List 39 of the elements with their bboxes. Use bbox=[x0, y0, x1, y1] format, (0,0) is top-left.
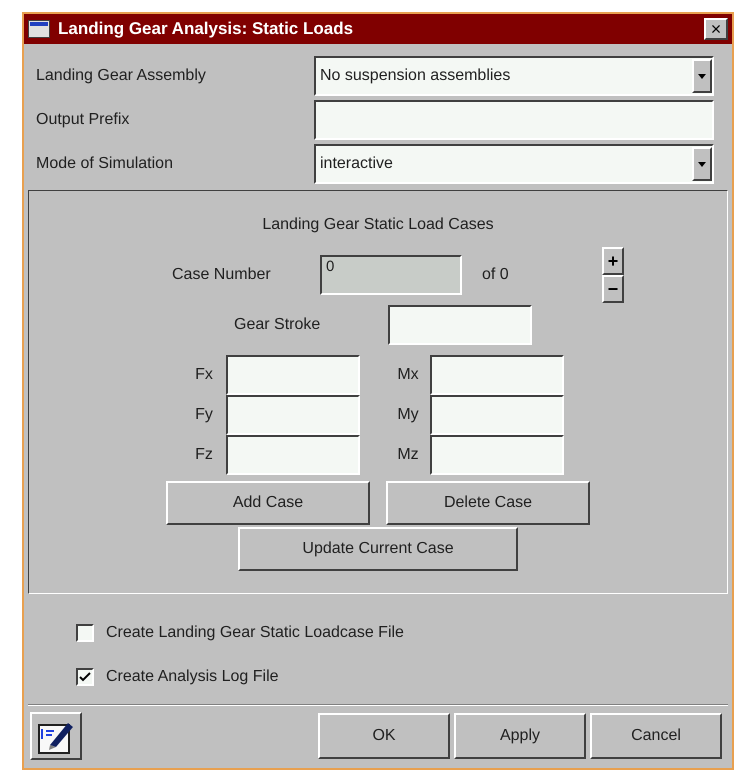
checkbox-label: Create Landing Gear Static Loadcase File bbox=[106, 623, 404, 643]
checkbox[interactable] bbox=[76, 668, 94, 686]
total-label: of 0 bbox=[482, 265, 510, 285]
checkbox[interactable] bbox=[76, 624, 94, 642]
field-label: Mode of Simulation bbox=[36, 154, 174, 174]
gear-stroke-field[interactable] bbox=[388, 305, 532, 345]
value-field[interactable] bbox=[226, 355, 360, 395]
section-title: Landing Gear Static Load Cases bbox=[262, 215, 494, 235]
dropdown[interactable]: No suspension assemblies bbox=[314, 56, 714, 96]
window-icon bbox=[28, 20, 50, 38]
value-field[interactable] bbox=[430, 355, 564, 395]
field-label: Mz bbox=[396, 445, 420, 465]
edit-icon[interactable] bbox=[30, 712, 82, 760]
update-case-button[interactable]: Update Current Case bbox=[238, 527, 518, 571]
close-button[interactable]: × bbox=[704, 18, 728, 40]
decrement-button[interactable]: − bbox=[602, 275, 624, 303]
field-label: Mx bbox=[396, 365, 420, 385]
dialog-button[interactable]: OK bbox=[318, 713, 450, 759]
dropdown[interactable]: interactive bbox=[314, 144, 714, 184]
field-label: Gear Stroke bbox=[234, 315, 322, 335]
dialog-button[interactable]: Apply bbox=[454, 713, 586, 759]
increment-button[interactable]: + bbox=[602, 247, 624, 275]
field-label: Fz bbox=[194, 445, 214, 465]
value-field[interactable] bbox=[430, 435, 564, 475]
field-label: Case Number bbox=[172, 265, 272, 285]
field-label: Fy bbox=[194, 405, 214, 425]
add-case-button[interactable]: Add Case bbox=[166, 481, 370, 525]
checkbox-label: Create Analysis Log File bbox=[106, 667, 279, 687]
field-label: Fx bbox=[194, 365, 214, 385]
window-title: Landing Gear Analysis: Static Loads bbox=[58, 18, 354, 40]
dialog-button[interactable]: Cancel bbox=[590, 713, 722, 759]
value-field[interactable] bbox=[226, 395, 360, 435]
text-field[interactable] bbox=[314, 100, 714, 140]
field-label: Landing Gear Assembly bbox=[36, 66, 207, 86]
value-field[interactable] bbox=[430, 395, 564, 435]
field-label: Output Prefix bbox=[36, 110, 130, 130]
delete-case-button[interactable]: Delete Case bbox=[386, 481, 590, 525]
value-field[interactable] bbox=[226, 435, 360, 475]
field-label: My bbox=[396, 405, 420, 425]
